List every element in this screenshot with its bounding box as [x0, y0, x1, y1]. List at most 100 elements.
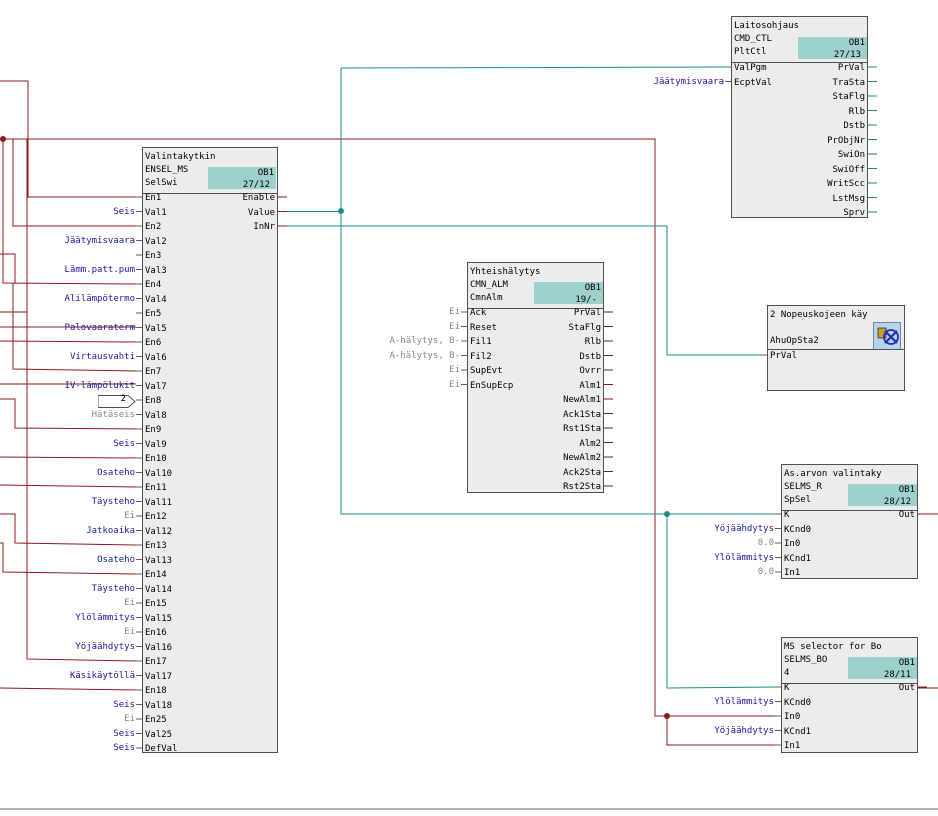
input-pin-val10[interactable]: Val10 — [145, 468, 172, 480]
input-pin-val18[interactable]: Val18 — [145, 700, 172, 712]
output-pin-dstb[interactable]: Dstb — [843, 120, 865, 132]
input-pin-reset[interactable]: Reset — [470, 322, 497, 334]
input-pin-en16[interactable]: En16 — [145, 627, 167, 639]
input-pin-ack[interactable]: Ack — [470, 307, 486, 319]
input-pin-in0[interactable]: In0 — [784, 711, 800, 723]
input-pin-en2[interactable]: En2 — [145, 221, 161, 233]
function-block-asarvo[interactable]: As.arvon valintaky SELMS_R SpSel OB1 28/12 K K… — [781, 464, 918, 579]
input-pin-val25[interactable]: Val25 — [145, 729, 172, 741]
output-pin-swioff[interactable]: SwiOff — [832, 164, 865, 176]
input-pin-kcnd1[interactable]: KCnd1 — [784, 726, 811, 738]
input-pin-en7[interactable]: En7 — [145, 366, 161, 378]
output-pin-trasta[interactable]: TraSta — [832, 77, 865, 89]
input-pin-valpgm[interactable]: ValPgm — [734, 62, 767, 74]
input-pin-ecptval[interactable]: EcptVal — [734, 77, 772, 89]
output-pin-prval[interactable]: PrVal — [838, 62, 865, 74]
input-pin-in1[interactable]: In1 — [784, 740, 800, 752]
input-pin-val2[interactable]: Val2 — [145, 236, 167, 248]
function-block-valinta[interactable]: Valintakytkin ENSEL_MS SelSwi OB1 27/12 En1 Va… — [142, 147, 278, 755]
input-pin-val9[interactable]: Val9 — [145, 439, 167, 451]
output-pin-staflg[interactable]: StaFlg — [832, 91, 865, 103]
pin-value-label: Seis — [113, 438, 135, 449]
input-pin-en3[interactable]: En3 — [145, 250, 161, 262]
function-block-yhteis[interactable]: Yhteishälytys CMN_ALM CmnAlm OB1 19/- Ack Rese… — [467, 262, 604, 493]
input-pin-en1[interactable]: En1 — [145, 192, 161, 204]
output-pin-dstb[interactable]: Dstb — [579, 351, 601, 363]
input-pin-en25[interactable]: En25 — [145, 714, 167, 726]
input-pin-val15[interactable]: Val15 — [145, 613, 172, 625]
output-pin-sprv[interactable]: Sprv — [843, 207, 865, 219]
output-pin-alm1[interactable]: Alm1 — [579, 380, 601, 392]
output-pin-rlb[interactable]: Rlb — [585, 336, 601, 348]
input-pin-in1[interactable]: In1 — [784, 567, 800, 579]
input-pin-val6[interactable]: Val6 — [145, 352, 167, 364]
function-block-nopeus[interactable]: 2 Nopeuskojeen käy AhuOpSta2 PrVal — [767, 305, 905, 391]
input-pin-en17[interactable]: En17 — [145, 656, 167, 668]
sequence-number: 27/13 — [833, 50, 861, 60]
output-pin-value[interactable]: Value — [248, 207, 275, 219]
output-pin-alm2[interactable]: Alm2 — [579, 438, 601, 450]
sequence-number: 27/12 — [242, 180, 270, 190]
output-pin-out[interactable]: Out — [899, 509, 915, 521]
output-pin-rst2sta[interactable]: Rst2Sta — [563, 481, 601, 493]
output-pin-innr[interactable]: InNr — [253, 221, 275, 233]
input-pin-prval[interactable]: PrVal — [770, 350, 797, 362]
output-pin-out[interactable]: Out — [899, 682, 915, 694]
output-pin-ack1sta[interactable]: Ack1Sta — [563, 409, 601, 421]
output-pin-ovrr[interactable]: Ovrr — [579, 365, 601, 377]
input-pin-en4[interactable]: En4 — [145, 279, 161, 291]
input-pin-ensupecp[interactable]: EnSupEcp — [470, 380, 513, 392]
input-pin-en12[interactable]: En12 — [145, 511, 167, 523]
input-pin-val7[interactable]: Val7 — [145, 381, 167, 393]
input-pin-k[interactable]: K — [784, 682, 789, 694]
input-pin-k[interactable]: K — [784, 509, 789, 521]
input-pin-fil1[interactable]: Fil1 — [470, 336, 492, 348]
input-pin-kcnd1[interactable]: KCnd1 — [784, 553, 811, 565]
block-type: SELMS_R — [784, 482, 822, 492]
input-pin-en5[interactable]: En5 — [145, 308, 161, 320]
function-block-msbo[interactable]: MS selector for Bo SELMS_BO 4 OB1 28/11 K KCnd… — [781, 637, 918, 753]
output-pin-lstmsg[interactable]: LstMsg — [832, 193, 865, 205]
pin-value-label: Yöjäähdytys — [75, 641, 135, 652]
input-pin-en18[interactable]: En18 — [145, 685, 167, 697]
input-pin-val13[interactable]: Val13 — [145, 555, 172, 567]
output-pin-rlb[interactable]: Rlb — [849, 106, 865, 118]
function-block-laitos[interactable]: Laitosohjaus CMD_CTL PltCtl OB1 27/13 ValPgm E… — [731, 16, 868, 218]
output-pin-rst1sta[interactable]: Rst1Sta — [563, 423, 601, 435]
input-pin-en6[interactable]: En6 — [145, 337, 161, 349]
output-pin-prval[interactable]: PrVal — [574, 307, 601, 319]
input-pin-en10[interactable]: En10 — [145, 453, 167, 465]
input-pin-val8[interactable]: Val8 — [145, 410, 167, 422]
output-pin-swion[interactable]: SwiOn — [838, 149, 865, 161]
input-pin-kcnd0[interactable]: KCnd0 — [784, 524, 811, 536]
input-pin-en13[interactable]: En13 — [145, 540, 167, 552]
block-instance: AhuOpSta2 — [770, 336, 819, 346]
input-pin-val14[interactable]: Val14 — [145, 584, 172, 596]
input-pin-in0[interactable]: In0 — [784, 538, 800, 550]
input-pin-val3[interactable]: Val3 — [145, 265, 167, 277]
input-pin-supevt[interactable]: SupEvt — [470, 365, 503, 377]
output-pin-writscc[interactable]: WritScc — [827, 178, 865, 190]
input-pin-val11[interactable]: Val11 — [145, 497, 172, 509]
sequence-number: 28/11 — [883, 670, 911, 680]
input-pin-en11[interactable]: En11 — [145, 482, 167, 494]
input-pin-en14[interactable]: En14 — [145, 569, 167, 581]
input-pin-defval[interactable]: DefVal — [145, 743, 178, 755]
input-pin-val1[interactable]: Val1 — [145, 207, 167, 219]
output-pin-staflg[interactable]: StaFlg — [568, 322, 601, 334]
input-pin-val17[interactable]: Val17 — [145, 671, 172, 683]
output-pin-ack2sta[interactable]: Ack2Sta — [563, 467, 601, 479]
output-pin-newalm1[interactable]: NewAlm1 — [563, 394, 601, 406]
input-pin-val4[interactable]: Val4 — [145, 294, 167, 306]
input-pin-en8[interactable]: En8 — [145, 395, 161, 407]
output-pin-enable[interactable]: Enable — [242, 192, 275, 204]
input-pin-fil2[interactable]: Fil2 — [470, 351, 492, 363]
input-pin-kcnd0[interactable]: KCnd0 — [784, 697, 811, 709]
input-pin-en15[interactable]: En15 — [145, 598, 167, 610]
input-pin-val16[interactable]: Val16 — [145, 642, 172, 654]
input-pin-val5[interactable]: Val5 — [145, 323, 167, 335]
output-pin-probjnr[interactable]: PrObjNr — [827, 135, 865, 147]
input-pin-en9[interactable]: En9 — [145, 424, 161, 436]
output-pin-newalm2[interactable]: NewAlm2 — [563, 452, 601, 464]
input-pin-val12[interactable]: Val12 — [145, 526, 172, 538]
